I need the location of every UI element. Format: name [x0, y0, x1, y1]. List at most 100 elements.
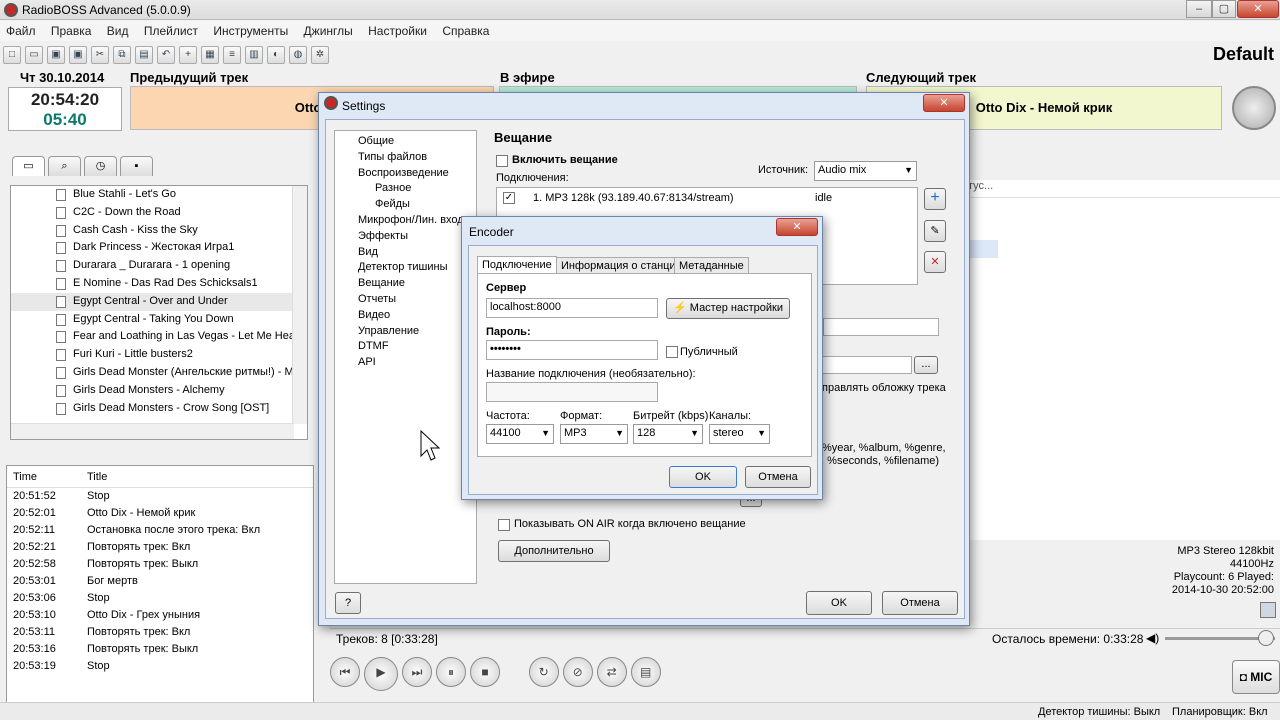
- menu-file[interactable]: Файл: [0, 21, 42, 41]
- vertical-scrollbar[interactable]: [292, 186, 307, 424]
- clock-tab-icon[interactable]: ◷: [84, 156, 117, 176]
- add-connection-icon[interactable]: +: [924, 188, 946, 210]
- new-icon[interactable]: □: [3, 46, 21, 64]
- freq-select[interactable]: 44100 ▼: [486, 424, 554, 444]
- minimize-button[interactable]: –: [1186, 0, 1212, 18]
- log-row[interactable]: 20:53:11 Повторять трек: Вкл: [7, 624, 313, 641]
- log-row[interactable]: 20:52:58 Повторять трек: Выкл: [7, 556, 313, 573]
- log-row[interactable]: 20:51:52 Stop: [7, 488, 313, 505]
- tree-item[interactable]: Управление: [335, 325, 476, 341]
- bitrate-select[interactable]: 128 ▼: [633, 424, 703, 444]
- encoder-ok-button[interactable]: OK: [669, 466, 737, 488]
- log-row[interactable]: 20:53:10 Otto Dix - Грех уныния: [7, 607, 313, 624]
- tree-item[interactable]: Воспроизведение: [335, 167, 476, 183]
- log-row[interactable]: 20:53:06 Stop: [7, 590, 313, 607]
- list-item[interactable]: Girls Dead Monsters - Alchemy: [11, 382, 294, 400]
- enable-broadcast-checkbox[interactable]: [496, 155, 508, 167]
- list-item[interactable]: Blue Stahli - Let's Go: [11, 186, 294, 204]
- menu-help[interactable]: Справка: [436, 21, 495, 41]
- connection-row[interactable]: 1. MP3 128k (93.189.40.67:8134/stream): [533, 192, 734, 204]
- log-col-time[interactable]: Time: [13, 471, 37, 483]
- public-checkbox[interactable]: [666, 346, 678, 358]
- list-item[interactable]: Furi Kuri - Little busters2: [11, 346, 294, 364]
- tree-item[interactable]: Типы файлов: [335, 151, 476, 167]
- search-tab-icon[interactable]: ⌕: [48, 156, 81, 176]
- menu-tools[interactable]: Инструменты: [207, 21, 294, 41]
- path-input[interactable]: [812, 356, 912, 374]
- volume-knob[interactable]: [1258, 630, 1274, 646]
- repeat-icon[interactable]: ↻: [528, 657, 559, 687]
- list-item[interactable]: Dark Princess - Жестокая Игра1: [11, 239, 294, 257]
- list-item[interactable]: Egypt Central - Over and Under: [11, 292, 294, 311]
- list-item[interactable]: Fear and Loathing in Las Vegas - Let Me …: [11, 328, 294, 346]
- tree-item[interactable]: Вид: [335, 246, 476, 262]
- settings-cancel-button[interactable]: Отмена: [882, 591, 958, 615]
- cut-icon[interactable]: ✂: [91, 46, 109, 64]
- tree-item[interactable]: DTMF: [335, 340, 476, 356]
- tab-connection[interactable]: Подключение: [477, 256, 557, 274]
- copy-icon[interactable]: ⧉: [113, 46, 131, 64]
- playlist-lock-icon[interactable]: ▤: [630, 657, 661, 687]
- list-icon[interactable]: ≡: [223, 46, 241, 64]
- connection-checkbox[interactable]: ✓: [503, 192, 515, 204]
- pause-icon[interactable]: ⏸: [436, 657, 466, 687]
- tree-item-selected[interactable]: Вещание: [335, 277, 476, 293]
- mic-button[interactable]: ◘ MIC: [1232, 660, 1280, 694]
- list-item[interactable]: Egypt Central - Taking You Down: [11, 311, 294, 329]
- list-item[interactable]: Girls Dead Monster (Ангельские ритмы!) -…: [11, 364, 294, 382]
- shuffle-icon[interactable]: ⇄: [596, 657, 627, 687]
- connection-name-input[interactable]: [486, 382, 658, 402]
- password-input[interactable]: ••••••••: [486, 340, 658, 360]
- menu-view[interactable]: Вид: [101, 21, 135, 41]
- settings-close-button[interactable]: ✕: [923, 94, 965, 112]
- log-row[interactable]: 20:52:11 Остановка после этого трека: Вкл: [7, 522, 313, 539]
- browse-button[interactable]: ...: [914, 356, 938, 374]
- next-icon[interactable]: ⏭: [402, 657, 432, 687]
- tree-item[interactable]: Общие: [335, 135, 476, 151]
- settings-ok-button[interactable]: OK: [806, 591, 872, 615]
- onair-checkbox[interactable]: [498, 519, 510, 531]
- save-icon[interactable]: ▣: [47, 46, 65, 64]
- log-row[interactable]: 20:53:19 Stop: [7, 658, 313, 675]
- horizontal-scrollbar[interactable]: [11, 423, 294, 439]
- cover-input[interactable]: [823, 318, 939, 336]
- list-item[interactable]: C2C - Down the Road: [11, 204, 294, 222]
- remove-connection-icon[interactable]: ✕: [924, 251, 946, 273]
- wizard-button[interactable]: ⚡ Мастер настройки: [666, 298, 790, 319]
- tree-item[interactable]: Разное: [335, 182, 476, 198]
- tree-item[interactable]: Отчеты: [335, 293, 476, 309]
- menu-settings[interactable]: Настройки: [362, 21, 433, 41]
- format-select[interactable]: MP3 ▼: [560, 424, 628, 444]
- channels-select[interactable]: stereo ▼: [709, 424, 770, 444]
- tree-item[interactable]: API: [335, 356, 476, 372]
- log-row[interactable]: 20:53:01 Бог мертв: [7, 573, 313, 590]
- folder-tab-icon[interactable]: ▭: [12, 156, 45, 176]
- tab-metadata[interactable]: Метаданные: [674, 257, 749, 274]
- encoder-cancel-button[interactable]: Отмена: [745, 466, 811, 488]
- log-row[interactable]: 20:53:16 Повторять трек: Выкл: [7, 641, 313, 658]
- effects-icon[interactable]: ◐: [267, 46, 285, 64]
- tree-item[interactable]: Микрофон/Лин. вход: [335, 214, 476, 230]
- stop-after-icon[interactable]: ⊘: [562, 657, 593, 687]
- encoder-close-button[interactable]: ✕: [776, 218, 818, 236]
- open-icon[interactable]: ▭: [25, 46, 43, 64]
- list-item[interactable]: Girls Dead Monsters - Crow Song [OST]: [11, 400, 294, 418]
- gear-icon[interactable]: ✲: [311, 46, 329, 64]
- advanced-button[interactable]: Дополнительно: [498, 540, 610, 562]
- list-item[interactable]: E Nomine - Das Rad Des Schicksals1: [11, 275, 294, 293]
- prev-icon[interactable]: ⏮: [330, 657, 360, 687]
- play-icon[interactable]: ▶: [364, 657, 398, 691]
- playlist-icon[interactable]: ▥: [245, 46, 263, 64]
- tab-station-info[interactable]: Информация о станции: [556, 257, 687, 274]
- server-input[interactable]: localhost:8000: [486, 298, 658, 318]
- menu-playlist[interactable]: Плейлист: [138, 21, 204, 41]
- download-icon[interactable]: [1260, 602, 1276, 618]
- maximize-button[interactable]: ▢: [1212, 0, 1236, 18]
- tree-item[interactable]: Фейды: [335, 198, 476, 214]
- close-button[interactable]: ✕: [1237, 0, 1279, 18]
- save-all-icon[interactable]: ▣: [69, 46, 87, 64]
- log-row[interactable]: 20:52:21 Повторять трек: Вкл: [7, 539, 313, 556]
- stop-icon[interactable]: ■: [470, 657, 500, 687]
- globe-icon[interactable]: ◍: [289, 46, 307, 64]
- log-row[interactable]: 20:52:01 Otto Dix - Немой крик: [7, 505, 313, 522]
